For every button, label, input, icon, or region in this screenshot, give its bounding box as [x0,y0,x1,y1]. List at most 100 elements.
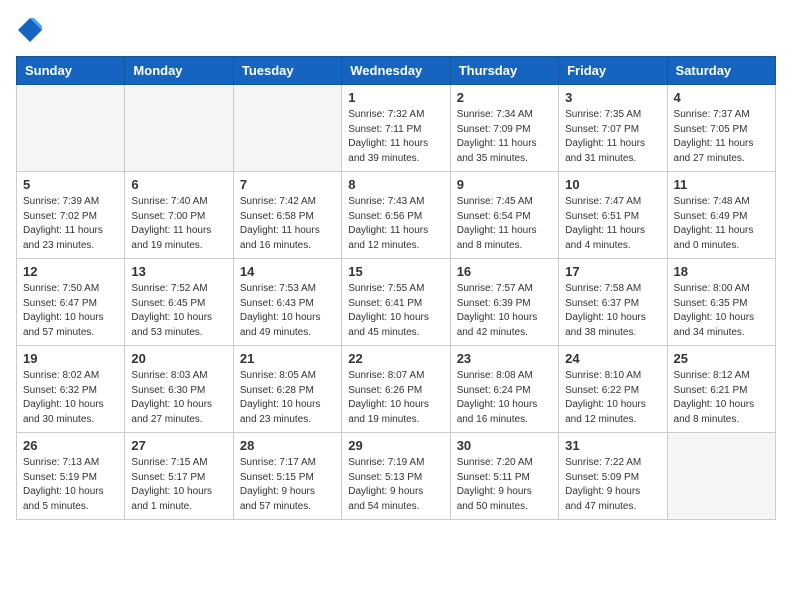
weekday-header-cell: Friday [559,57,667,85]
calendar-day-cell: 27 Sunrise: 7:15 AM Sunset: 5:17 PM Dayli… [125,433,233,520]
day-number: 1 [348,90,443,105]
calendar-day-cell: 14Sunrise: 7:53 AM Sunset: 6:43 PM Dayli… [233,259,341,346]
day-number: 20 [131,351,226,366]
day-info: Sunrise: 7:35 AM Sunset: 7:07 PM Dayligh… [565,108,660,166]
day-number: 13 [131,264,226,279]
day-info: Sunrise: 7:58 AM Sunset: 6:37 PM Dayligh… [565,282,660,340]
calendar-day-cell: 10 Sunrise: 7:47 AM Sunset: 6:51 PM Dayli… [559,172,667,259]
day-info: Sunrise: 7:22 AM Sunset: 5:09 PM Dayligh… [565,456,660,514]
day-number: 19 [23,351,118,366]
day-info: Sunrise: 7:43 AM Sunset: 6:56 PM Dayligh… [348,195,443,253]
day-info: Sunrise: 7:19 AM Sunset: 5:13 PM Dayligh… [348,456,443,514]
day-number: 7 [240,177,335,192]
calendar-day-cell: 6 Sunrise: 7:40 AM Sunset: 7:00 PM Daylig… [125,172,233,259]
day-number: 4 [674,90,769,105]
day-info: Sunrise: 7:55 AM Sunset: 6:41 PM Dayligh… [348,282,443,340]
calendar-day-cell: 30 Sunrise: 7:20 AM Sunset: 5:11 PM Dayli… [450,433,558,520]
calendar-day-cell [667,433,775,520]
day-number: 21 [240,351,335,366]
calendar-day-cell [17,85,125,172]
day-number: 14 [240,264,335,279]
day-info: Sunrise: 7:15 AM Sunset: 5:17 PM Dayligh… [131,456,226,514]
calendar-week-row: 12 Sunrise: 7:50 AM Sunset: 6:47 PM Dayli… [17,259,776,346]
calendar-day-cell: 13 Sunrise: 7:52 AM Sunset: 6:45 PM Dayli… [125,259,233,346]
day-number: 22 [348,351,443,366]
calendar-day-cell: 15 Sunrise: 7:55 AM Sunset: 6:41 PM Dayli… [342,259,450,346]
day-number: 8 [348,177,443,192]
calendar-week-row: 26 Sunrise: 7:13 AM Sunset: 5:19 PM Dayli… [17,433,776,520]
calendar-day-cell: 28 Sunrise: 7:17 AM Sunset: 5:15 PM Dayli… [233,433,341,520]
day-info: Sunrise: 7:17 AM Sunset: 5:15 PM Dayligh… [240,456,335,514]
calendar-day-cell: 4 Sunrise: 7:37 AM Sunset: 7:05 PM Daylig… [667,85,775,172]
day-number: 27 [131,438,226,453]
day-info: Sunrise: 8:02 AM Sunset: 6:32 PM Dayligh… [23,369,118,427]
calendar-day-cell: 21 Sunrise: 8:05 AM Sunset: 6:28 PM Dayli… [233,346,341,433]
day-number: 11 [674,177,769,192]
calendar-header-row: SundayMondayTuesdayWednesdayThursdayFrid… [17,57,776,85]
day-info: Sunrise: 7:40 AM Sunset: 7:00 PM Dayligh… [131,195,226,253]
calendar-day-cell: 7 Sunrise: 7:42 AM Sunset: 6:58 PM Daylig… [233,172,341,259]
day-number: 31 [565,438,660,453]
day-info: Sunrise: 8:10 AM Sunset: 6:22 PM Dayligh… [565,369,660,427]
day-info: Sunrise: 7:52 AM Sunset: 6:45 PM Dayligh… [131,282,226,340]
day-number: 15 [348,264,443,279]
day-info: Sunrise: 7:34 AM Sunset: 7:09 PM Dayligh… [457,108,552,166]
calendar-week-row: 19 Sunrise: 8:02 AM Sunset: 6:32 PM Dayli… [17,346,776,433]
day-info: Sunrise: 7:50 AM Sunset: 6:47 PM Dayligh… [23,282,118,340]
day-info: Sunrise: 7:20 AM Sunset: 5:11 PM Dayligh… [457,456,552,514]
calendar-table: SundayMondayTuesdayWednesdayThursdayFrid… [16,56,776,520]
day-info: Sunrise: 7:47 AM Sunset: 6:51 PM Dayligh… [565,195,660,253]
day-info: Sunrise: 7:32 AM Sunset: 7:11 PM Dayligh… [348,108,443,166]
day-info: Sunrise: 7:37 AM Sunset: 7:05 PM Dayligh… [674,108,769,166]
calendar-day-cell [233,85,341,172]
weekday-header-cell: Sunday [17,57,125,85]
day-info: Sunrise: 8:03 AM Sunset: 6:30 PM Dayligh… [131,369,226,427]
calendar-day-cell: 5 Sunrise: 7:39 AM Sunset: 7:02 PM Daylig… [17,172,125,259]
calendar-day-cell: 9Sunrise: 7:45 AM Sunset: 6:54 PM Daylig… [450,172,558,259]
day-number: 6 [131,177,226,192]
calendar-day-cell: 18 Sunrise: 8:00 AM Sunset: 6:35 PM Dayli… [667,259,775,346]
calendar-body: 1 Sunrise: 7:32 AM Sunset: 7:11 PM Daylig… [17,85,776,520]
calendar-day-cell: 12 Sunrise: 7:50 AM Sunset: 6:47 PM Dayli… [17,259,125,346]
day-info: Sunrise: 8:07 AM Sunset: 6:26 PM Dayligh… [348,369,443,427]
calendar-day-cell: 31 Sunrise: 7:22 AM Sunset: 5:09 PM Dayli… [559,433,667,520]
day-number: 10 [565,177,660,192]
calendar-day-cell: 11Sunrise: 7:48 AM Sunset: 6:49 PM Dayli… [667,172,775,259]
day-number: 18 [674,264,769,279]
day-number: 30 [457,438,552,453]
day-number: 24 [565,351,660,366]
day-info: Sunrise: 7:39 AM Sunset: 7:02 PM Dayligh… [23,195,118,253]
weekday-header-cell: Wednesday [342,57,450,85]
day-number: 28 [240,438,335,453]
day-number: 26 [23,438,118,453]
calendar-day-cell: 17Sunrise: 7:58 AM Sunset: 6:37 PM Dayli… [559,259,667,346]
day-number: 25 [674,351,769,366]
calendar-day-cell: 23 Sunrise: 8:08 AM Sunset: 6:24 PM Dayli… [450,346,558,433]
calendar-day-cell: 25 Sunrise: 8:12 AM Sunset: 6:21 PM Dayli… [667,346,775,433]
day-info: Sunrise: 7:13 AM Sunset: 5:19 PM Dayligh… [23,456,118,514]
day-info: Sunrise: 8:00 AM Sunset: 6:35 PM Dayligh… [674,282,769,340]
calendar-week-row: 5 Sunrise: 7:39 AM Sunset: 7:02 PM Daylig… [17,172,776,259]
calendar-day-cell: 8 Sunrise: 7:43 AM Sunset: 6:56 PM Daylig… [342,172,450,259]
calendar-day-cell: 19 Sunrise: 8:02 AM Sunset: 6:32 PM Dayli… [17,346,125,433]
calendar-week-row: 1 Sunrise: 7:32 AM Sunset: 7:11 PM Daylig… [17,85,776,172]
day-number: 3 [565,90,660,105]
day-info: Sunrise: 8:08 AM Sunset: 6:24 PM Dayligh… [457,369,552,427]
calendar-day-cell: 16 Sunrise: 7:57 AM Sunset: 6:39 PM Dayli… [450,259,558,346]
calendar-day-cell [125,85,233,172]
day-info: Sunrise: 7:57 AM Sunset: 6:39 PM Dayligh… [457,282,552,340]
day-number: 16 [457,264,552,279]
day-info: Sunrise: 8:12 AM Sunset: 6:21 PM Dayligh… [674,369,769,427]
calendar-day-cell: 2 Sunrise: 7:34 AM Sunset: 7:09 PM Daylig… [450,85,558,172]
page-header [16,16,776,44]
day-number: 29 [348,438,443,453]
calendar-day-cell: 29 Sunrise: 7:19 AM Sunset: 5:13 PM Dayli… [342,433,450,520]
day-number: 23 [457,351,552,366]
calendar-day-cell: 24 Sunrise: 8:10 AM Sunset: 6:22 PM Dayli… [559,346,667,433]
weekday-header-cell: Tuesday [233,57,341,85]
day-number: 5 [23,177,118,192]
day-info: Sunrise: 8:05 AM Sunset: 6:28 PM Dayligh… [240,369,335,427]
day-number: 2 [457,90,552,105]
day-info: Sunrise: 7:42 AM Sunset: 6:58 PM Dayligh… [240,195,335,253]
day-number: 12 [23,264,118,279]
